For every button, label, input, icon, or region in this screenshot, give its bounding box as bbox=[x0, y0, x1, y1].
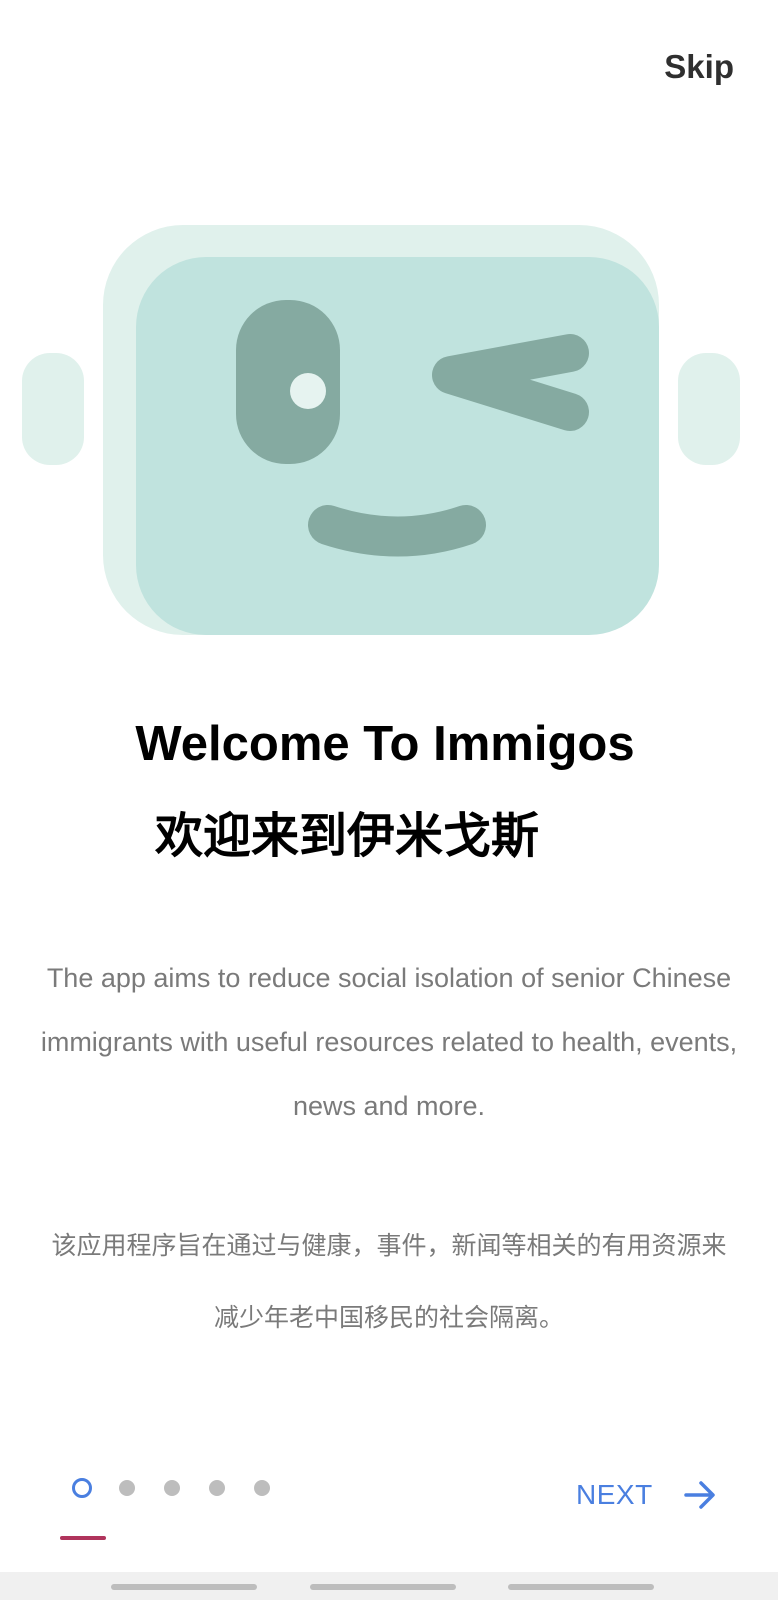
robot-face bbox=[136, 257, 659, 635]
welcome-title: Welcome To Immigos bbox=[135, 717, 635, 771]
robot-right-ear bbox=[678, 353, 740, 465]
arrow-right-icon bbox=[683, 1481, 715, 1509]
nav-handle-right[interactable] bbox=[508, 1584, 654, 1590]
robot-smile bbox=[308, 505, 486, 557]
page-dot-2[interactable] bbox=[119, 1480, 135, 1496]
welcome-title-chinese: 欢迎来到伊米戈斯 bbox=[155, 808, 540, 864]
page-dot-1[interactable] bbox=[72, 1478, 92, 1498]
next-button[interactable]: NEXT bbox=[576, 1478, 717, 1512]
robot-left-eye bbox=[236, 300, 340, 464]
page-dot-3[interactable] bbox=[164, 1480, 180, 1496]
robot-illustration bbox=[22, 225, 740, 635]
next-label: NEXT bbox=[576, 1479, 653, 1510]
description-chinese: 该应用程序旨在通过与健康，事件，新闻等相关的有用资源来减少年老中国移民的社会隔离… bbox=[51, 1231, 727, 1332]
description-english: The app aims to reduce social isolation … bbox=[40, 963, 738, 1121]
nav-handle-center[interactable] bbox=[310, 1584, 456, 1590]
robot-left-ear bbox=[22, 353, 84, 465]
system-navigation-bar bbox=[0, 1572, 778, 1600]
nav-handle-left[interactable] bbox=[111, 1584, 257, 1590]
active-page-underline bbox=[60, 1536, 106, 1540]
page-dot-5[interactable] bbox=[254, 1480, 270, 1496]
page-dot-4[interactable] bbox=[209, 1480, 225, 1496]
robot-eye-highlight bbox=[290, 373, 326, 409]
skip-button[interactable]: Skip bbox=[664, 48, 734, 86]
